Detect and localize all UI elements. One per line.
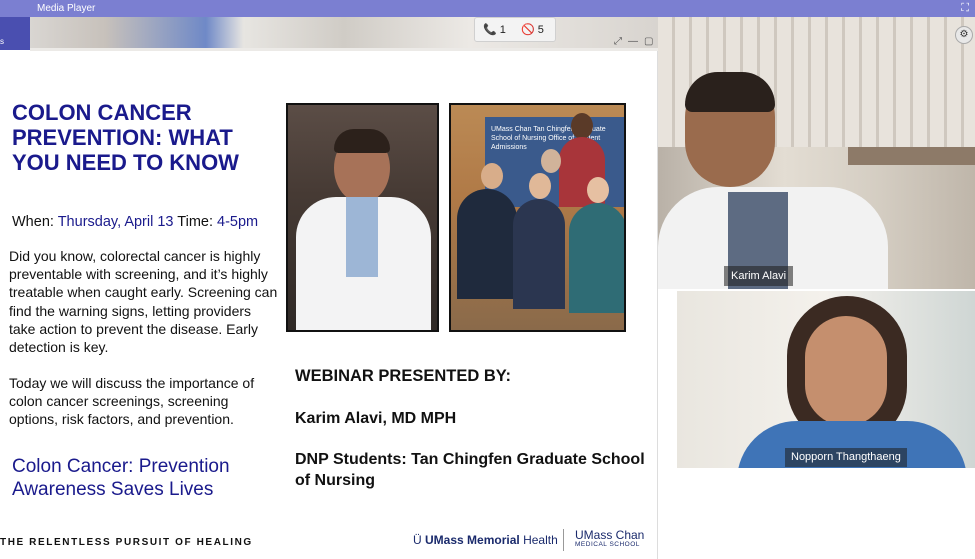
presenter-shirt: [346, 197, 378, 277]
student-head: [481, 163, 503, 189]
footer-slogan: THE RELENTLESS PURSUIT OF HEALING: [0, 537, 253, 548]
slide-title: COLON CANCER PREVENTION: WHAT YOU NEED T…: [12, 100, 239, 175]
participant-hair: [685, 72, 775, 112]
slide-tagline: Colon Cancer: Prevention Awareness Saves…: [12, 456, 230, 500]
expand-icon[interactable]: ⛶: [961, 0, 969, 17]
students-photo: UMass Chan Tan Chingfen Graduate School …: [449, 103, 626, 332]
footer-divider: [563, 529, 564, 551]
background-desk: [848, 147, 975, 165]
restore-icon[interactable]: —: [628, 36, 638, 47]
participant-face: [805, 316, 887, 426]
event-when: When: Thursday, April 13 Time: 4-5pm: [12, 214, 259, 230]
video-off-count: 🚫 5: [521, 24, 544, 36]
presenter-photo: [286, 103, 439, 332]
window-title: Media Player: [37, 3, 96, 14]
students-credit: DNP Students: Tan Chingfen Graduate Scho…: [295, 451, 645, 489]
presenter-name: Karim Alavi, MD MPH: [295, 410, 457, 427]
maximize-icon[interactable]: ▢: [644, 36, 653, 47]
participant-badges[interactable]: 📞 1 🚫 5: [474, 17, 556, 42]
title-bar: Media Player ⛶: [0, 0, 975, 17]
shared-screen-strip: [30, 17, 658, 51]
discuss-paragraph: Today we will discuss the importance of …: [9, 375, 255, 428]
participant-name-label: Nopporn Thangthaeng: [785, 448, 907, 467]
app-logo[interactable]: s: [0, 17, 30, 50]
umass-chan-logo: UMass Chan MEDICAL SCHOOL: [575, 528, 645, 548]
student-head: [529, 173, 551, 199]
window-controls[interactable]: ⤢ — ▢: [614, 36, 659, 47]
participant-name-label: Karim Alavi: [724, 266, 794, 286]
call-count: 📞 1: [483, 24, 506, 36]
umass-logo-icon: Ü: [413, 533, 422, 547]
tile-gap: [658, 289, 677, 469]
student-head: [571, 113, 593, 139]
fullscreen-icon[interactable]: ⤢: [614, 36, 622, 47]
intro-paragraph: Did you know, colorectal cancer is highl…: [9, 248, 278, 356]
video-tile-karim[interactable]: [658, 17, 975, 289]
student-body: [513, 199, 565, 309]
umass-memorial-logo: Ü UMass Memorial Health: [413, 533, 558, 547]
video-tile-nopporn[interactable]: [677, 291, 975, 468]
app-side-label: s: [0, 37, 4, 46]
student-head: [541, 149, 561, 173]
presented-by-heading: WEBINAR PRESENTED BY:: [295, 367, 512, 385]
presentation-slide: COLON CANCER PREVENTION: WHAT YOU NEED T…: [0, 51, 658, 559]
presenter-hair: [334, 129, 390, 153]
settings-icon[interactable]: ⚙: [955, 26, 973, 44]
student-body: [457, 189, 517, 299]
student-body: [569, 203, 624, 313]
student-head: [587, 177, 609, 203]
